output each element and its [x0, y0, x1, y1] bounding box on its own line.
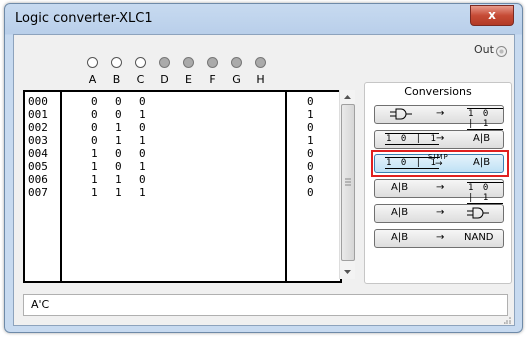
- row-index: 001: [28, 108, 48, 121]
- row-index: 000: [28, 95, 48, 108]
- arrow-icon: →: [436, 108, 445, 119]
- truth-table-icon: 1 0 | 1: [467, 182, 503, 204]
- expression-result-field[interactable]: A'C: [23, 294, 508, 316]
- expression-icon: A|B: [391, 182, 409, 193]
- truth-table-icon: 1 0 | 1: [385, 133, 439, 145]
- expression-icon: A|B: [391, 232, 409, 243]
- input-label-d: D: [160, 73, 169, 86]
- row-index: 003: [28, 134, 48, 147]
- scroll-up-icon: [344, 95, 351, 99]
- input-terminal-f[interactable]: [207, 57, 218, 68]
- cell-c: 0: [139, 95, 146, 108]
- scroll-down-icon: [344, 270, 351, 274]
- cell-out[interactable]: 0: [307, 186, 314, 199]
- truth-table-to-simplified-expression-button[interactable]: 1 0 | 1 SIMP → A|B: [374, 153, 504, 173]
- expression-result-text: A'C: [31, 298, 50, 311]
- input-terminal-e[interactable]: [183, 57, 194, 68]
- input-label-h: H: [256, 73, 265, 86]
- input-terminal-a[interactable]: [87, 57, 98, 68]
- conversions-group: Conversions → 1 0 | 1 1 0 | 1 → A|B 1 0 …: [364, 82, 512, 284]
- cell-b: 1: [115, 121, 122, 134]
- input-label-g: G: [232, 73, 241, 86]
- cell-out[interactable]: 0: [307, 173, 314, 186]
- arrow-icon: →: [436, 133, 445, 144]
- cell-a: 0: [91, 134, 98, 147]
- input-terminal-d[interactable]: [159, 57, 170, 68]
- client-area: Out A B C D E F G H 000 0 0 0 0 001 0 0 …: [13, 34, 515, 326]
- cell-b: 0: [115, 147, 122, 160]
- input-terminal-h[interactable]: [255, 57, 266, 68]
- cell-b: 0: [115, 95, 122, 108]
- cell-c: 1: [139, 186, 146, 199]
- grip-icon: [345, 178, 351, 186]
- close-icon: x: [488, 8, 496, 22]
- expression-to-circuit-button[interactable]: A|B →: [374, 204, 504, 223]
- arrow-icon: →: [435, 159, 443, 169]
- cell-a: 1: [91, 147, 98, 160]
- scroll-thumb[interactable]: [341, 104, 355, 261]
- arrow-icon: →: [436, 182, 445, 193]
- row-index: 005: [28, 160, 48, 173]
- cell-a: 1: [91, 186, 98, 199]
- cell-out[interactable]: 1: [307, 134, 314, 147]
- close-button[interactable]: x: [470, 5, 514, 26]
- cell-c: 1: [139, 108, 146, 121]
- arrow-icon: →: [436, 207, 445, 218]
- cell-out[interactable]: 1: [307, 108, 314, 121]
- vertical-scrollbar[interactable]: [339, 90, 355, 279]
- cell-a: 0: [91, 108, 98, 121]
- input-terminal-c[interactable]: [135, 57, 146, 68]
- cell-b: 1: [115, 186, 122, 199]
- row-index: 007: [28, 186, 48, 199]
- expression-icon: A|B: [391, 207, 409, 218]
- expression-icon: A|B: [473, 133, 491, 144]
- input-label-a: A: [88, 73, 97, 86]
- logic-converter-window: Logic converter-XLC1 x Out A B C D E F G…: [4, 3, 523, 333]
- cell-out[interactable]: 0: [307, 95, 314, 108]
- input-label-e: E: [185, 73, 192, 86]
- cell-out[interactable]: 0: [307, 160, 314, 173]
- arrow-icon: →: [436, 232, 445, 243]
- input-terminal-g[interactable]: [231, 57, 242, 68]
- cell-b: 1: [115, 173, 122, 186]
- expression-to-nand-button[interactable]: A|B → NAND: [374, 229, 504, 248]
- out-label: Out: [474, 43, 494, 56]
- window-title: Logic converter-XLC1: [15, 11, 153, 26]
- input-label-c: C: [136, 73, 145, 86]
- cell-b: 1: [115, 134, 122, 147]
- gate-icon: [390, 108, 412, 120]
- expression-icon: A|B: [473, 157, 491, 168]
- row-index: 002: [28, 121, 48, 134]
- truth-table-icon: 1 0 | 1: [467, 108, 503, 130]
- input-terminal-b[interactable]: [111, 57, 122, 68]
- cell-a: 1: [91, 160, 98, 173]
- circuit-to-truth-table-button[interactable]: → 1 0 | 1: [374, 105, 504, 130]
- cell-c: 0: [139, 173, 146, 186]
- cell-out[interactable]: 0: [307, 121, 314, 134]
- cell-out[interactable]: 0: [307, 147, 314, 160]
- cell-b: 0: [115, 160, 122, 173]
- resize-grip-icon[interactable]: [504, 316, 512, 324]
- conversions-title: Conversions: [404, 85, 472, 98]
- cell-c: 0: [139, 121, 146, 134]
- truth-table[interactable]: 000 0 0 0 0 001 0 0 1 1 002 0 1 0 0 003 …: [23, 90, 342, 283]
- cell-b: 0: [115, 108, 122, 121]
- row-index: 006: [28, 173, 48, 186]
- gate-icon: [467, 207, 489, 219]
- cell-c: 1: [139, 160, 146, 173]
- cell-c: 0: [139, 147, 146, 160]
- out-terminal[interactable]: [496, 46, 507, 57]
- truth-table-to-expression-button[interactable]: 1 0 | 1 → A|B: [374, 130, 504, 149]
- input-label-f: F: [209, 73, 216, 86]
- row-index: 004: [28, 147, 48, 160]
- expression-to-truth-table-button[interactable]: A|B → 1 0 | 1: [374, 179, 504, 204]
- cell-c: 1: [139, 134, 146, 147]
- cell-a: 0: [91, 95, 98, 108]
- cell-a: 1: [91, 173, 98, 186]
- input-label-b: B: [112, 73, 121, 86]
- nand-label: NAND: [464, 232, 494, 243]
- cell-a: 0: [91, 121, 98, 134]
